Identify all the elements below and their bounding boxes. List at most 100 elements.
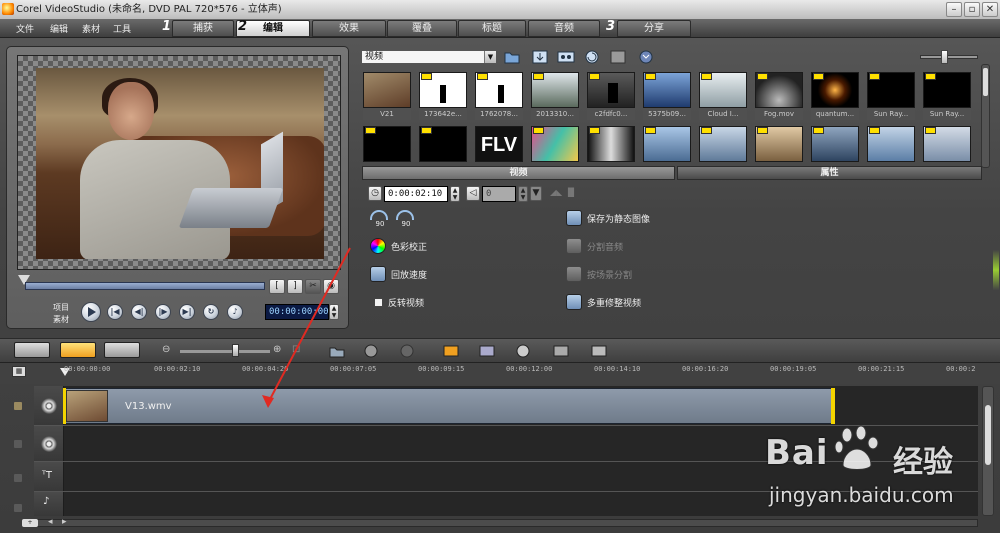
library-scroll-thumb[interactable] <box>983 68 988 96</box>
library-thumb-15[interactable] <box>587 126 635 162</box>
tab-title[interactable]: 标题 <box>458 20 526 37</box>
close-button[interactable]: ✕ <box>982 2 998 17</box>
reverse-video-checkbox[interactable]: 反转视频 <box>374 296 424 309</box>
cut-clip-icon[interactable]: ✂ <box>305 279 321 294</box>
library-thumb-17[interactable] <box>699 126 747 162</box>
timeline-view-button[interactable] <box>60 342 96 358</box>
end-icon[interactable]: ▶| <box>179 304 195 320</box>
library-zoom-slider[interactable] <box>920 50 978 64</box>
library-thumb-13[interactable]: FLV <box>475 126 523 162</box>
volume-dropdown-icon[interactable]: ▼ <box>530 186 542 201</box>
library-thumb-7[interactable] <box>755 72 803 108</box>
timecode-spin-icon[interactable]: ▲ ▼ <box>329 304 339 320</box>
library-thumb-1[interactable] <box>419 72 467 108</box>
mark-in-button[interactable]: [ <box>269 279 285 294</box>
refresh-icon[interactable] <box>583 49 601 65</box>
library-thumb-9[interactable] <box>867 72 915 108</box>
multi-trim-button[interactable]: 多重修整视频 <box>566 294 641 310</box>
zoom-out-icon[interactable]: ⊖ <box>162 344 170 355</box>
fullscreen-icon[interactable]: ◉ <box>323 279 339 294</box>
track-lock-title[interactable] <box>14 474 22 482</box>
tab-capture[interactable]: 捕获 <box>172 20 234 37</box>
tab-attribute-options[interactable]: 属性 <box>677 166 982 180</box>
checkbox[interactable] <box>374 298 383 307</box>
library-thumb-4[interactable] <box>587 72 635 108</box>
film-reel-icon[interactable] <box>514 343 532 359</box>
import-icon[interactable] <box>531 49 549 65</box>
menu-tools[interactable]: 工具 <box>113 22 131 35</box>
library-thumb-2[interactable] <box>475 72 523 108</box>
insert-media-icon[interactable] <box>328 343 346 359</box>
timeline-ruler[interactable]: ▦ 00:00:00:00 00:00:02:10 00:00:04:20 00… <box>0 362 1000 384</box>
split-by-scene-button[interactable]: 按场景分割 <box>566 266 632 282</box>
track-manager-icon[interactable]: ▦ <box>12 366 26 377</box>
zoom-slider-knob[interactable] <box>941 50 948 64</box>
library-thumb-18[interactable] <box>755 126 803 162</box>
speaker-icon[interactable]: ◁ <box>466 186 480 201</box>
zoom-in-icon[interactable]: ⊕ <box>273 344 281 355</box>
scroll-right-icon[interactable]: ▸ <box>62 517 67 527</box>
color-correction-button[interactable]: 色彩校正 <box>370 238 427 254</box>
tab-share[interactable]: 分享 <box>617 20 691 37</box>
tab-overlay[interactable]: 覆叠 <box>387 20 457 37</box>
fade-icons[interactable]: ◢◣ ▐▌ <box>550 188 592 200</box>
audio-view-button[interactable] <box>104 342 140 358</box>
home-icon[interactable]: |◀ <box>107 304 123 320</box>
video-track[interactable]: V13.wmv <box>34 386 978 426</box>
smart-proxy-icon[interactable] <box>442 343 460 359</box>
library-thumb-12[interactable] <box>419 126 467 162</box>
library-manager-icon[interactable] <box>557 49 575 65</box>
mode-clip-label[interactable]: 素材 <box>53 314 69 325</box>
library-thumb-0[interactable] <box>363 72 411 108</box>
library-thumb-21[interactable] <box>923 126 971 162</box>
track-lock-overlay[interactable] <box>14 440 22 448</box>
minimize-button[interactable]: – <box>946 2 962 17</box>
library-category-dropdown[interactable]: 视频 ▼ <box>361 50 497 64</box>
volume-icon[interactable]: ♪ <box>227 304 243 320</box>
track-lock-video[interactable] <box>14 402 22 410</box>
audio-mixer-icon[interactable] <box>552 343 570 359</box>
library-thumb-16[interactable] <box>643 126 691 162</box>
library-thumb-3[interactable] <box>531 72 579 108</box>
side-handle-icon[interactable] <box>993 250 999 290</box>
folder-icon[interactable] <box>503 49 521 65</box>
batch-convert-icon[interactable] <box>478 343 496 359</box>
expand-icon[interactable] <box>637 49 655 65</box>
mode-project-label[interactable]: 项目 <box>53 302 69 313</box>
timeline-zoom-slider[interactable] <box>180 350 270 353</box>
repeat-icon[interactable]: ↻ <box>203 304 219 320</box>
rotate-right-button[interactable]: 90 <box>396 210 416 234</box>
tab-effects[interactable]: 效果 <box>312 20 386 37</box>
chapter-icon[interactable] <box>590 343 608 359</box>
tab-video-options[interactable]: 视频 <box>362 166 675 180</box>
volume-field[interactable]: 0 <box>482 186 516 202</box>
track-options-icon[interactable]: + <box>22 519 38 527</box>
capture-icon[interactable] <box>609 49 627 65</box>
library-thumb-19[interactable] <box>811 126 859 162</box>
tab-audio[interactable]: 音频 <box>528 20 600 37</box>
menu-clip[interactable]: 素材 <box>82 22 100 35</box>
split-audio-button[interactable]: 分割音频 <box>566 238 623 254</box>
timeline-clip[interactable]: V13.wmv <box>63 388 835 424</box>
clip-trim-handle[interactable] <box>831 388 835 424</box>
preview-scrubber[interactable] <box>25 282 265 290</box>
menu-edit[interactable]: 编辑 <box>50 22 68 35</box>
duration-spin-icon[interactable]: ▲ ▼ <box>450 186 460 202</box>
volume-spin-icon[interactable]: ▲ ▼ <box>518 186 528 202</box>
redo-icon[interactable] <box>398 343 416 359</box>
restore-button[interactable]: ▫ <box>964 2 980 17</box>
library-thumb-20[interactable] <box>867 126 915 162</box>
timeline-zoom-knob[interactable] <box>232 344 239 357</box>
rotate-left-button[interactable]: 90 <box>370 210 390 234</box>
library-thumb-11[interactable] <box>363 126 411 162</box>
library-thumb-14[interactable] <box>531 126 579 162</box>
preview-timecode[interactable]: 00:00:00:00 <box>265 304 329 320</box>
storyboard-view-button[interactable] <box>14 342 50 358</box>
next-frame-icon[interactable]: |▶ <box>155 304 171 320</box>
track-lock-audio[interactable] <box>14 504 22 512</box>
menu-file[interactable]: 文件 <box>16 22 34 35</box>
previous-frame-icon[interactable]: ◀| <box>131 304 147 320</box>
library-thumb-8[interactable] <box>811 72 859 108</box>
mark-out-button[interactable]: ] <box>287 279 303 294</box>
library-scrollbar[interactable] <box>981 64 990 168</box>
